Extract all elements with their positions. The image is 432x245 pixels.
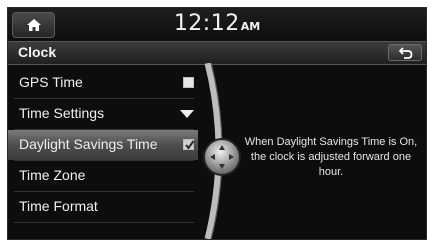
display-screen: 12:12AM Clock GPS Time Time Settings Day… (7, 7, 427, 240)
back-button[interactable] (388, 44, 422, 61)
clock-ampm: AM (240, 20, 261, 33)
status-clock: 12:12AM (8, 11, 426, 36)
setting-description: When Daylight Savings Time is On, the cl… (244, 136, 418, 178)
back-arrow-icon (399, 47, 413, 59)
clock-time: 12:12 (173, 11, 240, 36)
scroll-knob[interactable] (203, 138, 241, 176)
title-bar: Clock (8, 41, 426, 65)
page-title: Clock (18, 44, 57, 60)
status-bar: 12:12AM (8, 8, 426, 41)
scroll-knob-icon (210, 145, 234, 169)
